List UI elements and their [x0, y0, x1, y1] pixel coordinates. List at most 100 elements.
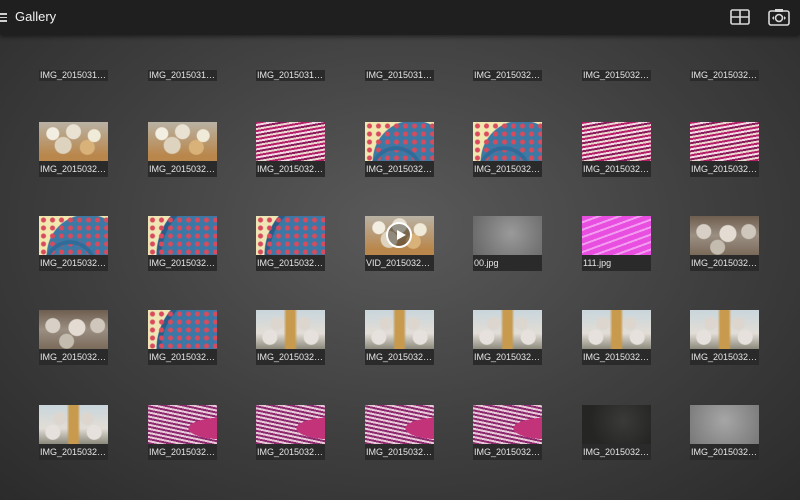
app-title[interactable]: Gallery: [15, 9, 56, 24]
gallery-item[interactable]: IMG_201503200...: [256, 122, 325, 177]
gallery-item[interactable]: IMG_201503200...: [256, 216, 325, 271]
gallery-item[interactable]: IMG_201503200...: [690, 122, 759, 177]
thumbnail-caption: IMG_20150319...: [39, 70, 108, 81]
thumbnail-caption: IMG_201503200...: [148, 255, 217, 271]
thumbnail-caption: IMG_20150319...: [256, 70, 325, 81]
thumbnail-caption: IMG_201503200...: [473, 161, 542, 177]
gallery-item[interactable]: IMG_20150323...: [148, 405, 217, 460]
thumbnail-image: [473, 216, 542, 255]
thumbnail-caption: IMG_20150323...: [473, 70, 542, 81]
thumbnail-caption: IMG_20150323...: [365, 444, 434, 460]
thumbnail-caption: IMG_201503200...: [39, 161, 108, 177]
thumbnail-caption: IMG_20150323...: [473, 349, 542, 365]
thumbnail-image: [690, 216, 759, 255]
grid-view-icon[interactable]: [728, 6, 752, 28]
thumbnail-caption: IMG_201503200...: [256, 255, 325, 271]
gallery-item[interactable]: VID_20150323...: [365, 216, 434, 271]
gallery-item[interactable]: IMG_20150323...: [256, 405, 325, 460]
play-icon: [386, 222, 412, 248]
gallery-item[interactable]: IMG_201503200...: [39, 122, 108, 177]
thumbnail-image: [39, 216, 108, 255]
thumbnail-image: [148, 216, 217, 255]
gallery-item[interactable]: IMG_201503200...: [148, 122, 217, 177]
thumbnail-caption: IMG_201503200...: [365, 161, 434, 177]
thumbnail-caption: IMG_20150323...: [256, 444, 325, 460]
thumbnail-image: [690, 405, 759, 444]
gallery-item[interactable]: 00.jpg: [473, 216, 542, 271]
thumbnail-image: [365, 216, 434, 255]
thumbnail-image: [256, 405, 325, 444]
gallery-item[interactable]: IMG_20150323...: [690, 405, 759, 460]
thumbnail-image: [256, 122, 325, 161]
gallery-item[interactable]: IMG_20150319...: [148, 70, 217, 81]
gallery-item[interactable]: IMG_20150323...: [582, 310, 651, 365]
thumbnail-caption: VID_20150323...: [365, 255, 434, 271]
thumbnail-image: [365, 405, 434, 444]
thumbnail-image: [39, 405, 108, 444]
thumbnail-caption: IMG_20150323...: [256, 349, 325, 365]
thumbnail-caption: IMG_20150319...: [148, 70, 217, 81]
gallery-item[interactable]: IMG_20150323...: [365, 310, 434, 365]
gallery-item[interactable]: 111.jpg: [582, 216, 651, 271]
gallery-item[interactable]: IMG_201503200...: [148, 216, 217, 271]
thumbnail-caption: IMG_20150319...: [365, 70, 434, 81]
thumbnail-image: [582, 310, 651, 349]
thumbnail-caption: IMG_20150323...: [582, 70, 651, 81]
thumbnail-image: [256, 310, 325, 349]
thumbnail-caption: IMG_20150323...: [582, 444, 651, 460]
gallery-item[interactable]: IMG_20150323...: [256, 310, 325, 365]
thumbnail-image: [690, 310, 759, 349]
thumbnail-caption: IMG_20150323...: [39, 444, 108, 460]
thumbnail-image: [365, 310, 434, 349]
gallery-item[interactable]: IMG_20150323...: [148, 310, 217, 365]
thumbnail-caption: IMG_20150323...: [148, 444, 217, 460]
action-bar: Gallery: [0, 0, 800, 35]
gallery-item[interactable]: IMG_20150323...: [473, 70, 542, 81]
thumbnail-caption: IMG_20150323...: [690, 444, 759, 460]
gallery-item[interactable]: IMG_20150319...: [256, 70, 325, 81]
thumbnail-caption: IMG_20150323...: [148, 349, 217, 365]
thumbnail-caption: IMG_20150323...: [690, 349, 759, 365]
gallery-item[interactable]: IMG_20150323...: [365, 405, 434, 460]
gallery-item[interactable]: IMG_201503200...: [473, 122, 542, 177]
thumbnail-caption: IMG_20150323...: [473, 444, 542, 460]
gallery-item[interactable]: IMG_20150323...: [582, 70, 651, 81]
thumbnail-caption: IMG_20150323...: [582, 349, 651, 365]
gallery-item[interactable]: IMG_20150323...: [39, 405, 108, 460]
menu-icon[interactable]: [0, 13, 7, 22]
thumbnail-image: [582, 122, 651, 161]
thumbnail-caption: IMG_201503200...: [39, 255, 108, 271]
thumbnail-image: [582, 216, 651, 255]
gallery-item[interactable]: IMG_201503200...: [582, 122, 651, 177]
thumbnail-image: [39, 310, 108, 349]
thumbnail-image: [582, 405, 651, 444]
thumbnail-caption: IMG_201503200...: [256, 161, 325, 177]
gallery-item[interactable]: IMG_20150323...: [473, 310, 542, 365]
thumbnail-image: [690, 122, 759, 161]
thumbnail-image: [473, 310, 542, 349]
thumbnail-image: [148, 122, 217, 161]
gallery-item[interactable]: IMG_20150323...: [690, 310, 759, 365]
gallery-item[interactable]: IMG_20150323...: [39, 310, 108, 365]
thumbnail-image: [473, 405, 542, 444]
thumbnail-caption: 111.jpg: [582, 255, 651, 271]
thumbnail-caption: 00.jpg: [473, 255, 542, 271]
gallery-item[interactable]: IMG_20150323...: [690, 216, 759, 271]
thumbnail-image: [365, 122, 434, 161]
switch-camera-icon[interactable]: [767, 6, 791, 28]
gallery-item[interactable]: IMG_20150319...: [39, 70, 108, 81]
gallery-item[interactable]: IMG_20150323...: [690, 70, 759, 81]
thumbnail-caption: IMG_20150323...: [39, 349, 108, 365]
gallery-item[interactable]: IMG_201503200...: [365, 122, 434, 177]
gallery-item[interactable]: IMG_20150323...: [473, 405, 542, 460]
thumbnail-caption: IMG_20150323...: [690, 255, 759, 271]
gallery-item[interactable]: IMG_201503200...: [39, 216, 108, 271]
thumbnail-caption: IMG_201503200...: [582, 161, 651, 177]
gallery-item[interactable]: IMG_20150319...: [365, 70, 434, 81]
thumbnail-image: [39, 122, 108, 161]
thumbnail-caption: IMG_201503200...: [148, 161, 217, 177]
thumbnail-image: [148, 405, 217, 444]
thumbnail-caption: IMG_20150323...: [365, 349, 434, 365]
thumbnail-caption: IMG_20150323...: [690, 70, 759, 81]
gallery-item[interactable]: IMG_20150323...: [582, 405, 651, 460]
